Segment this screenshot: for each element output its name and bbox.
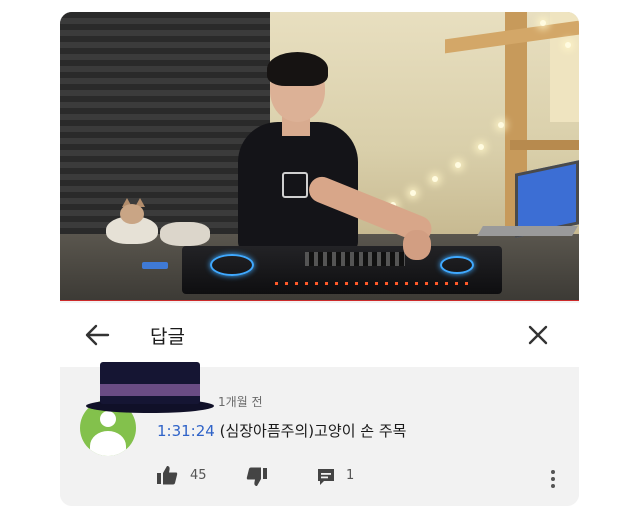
reply-card: 답글 1개월 전 1:31:24 (심장아픔주의)고양이 손 주목 45 1 — [60, 12, 579, 506]
phone — [142, 262, 168, 269]
led-strip — [275, 282, 475, 285]
string-light — [432, 176, 438, 182]
more-vert-icon[interactable] — [550, 469, 556, 489]
comment-time: 1개월 전 — [218, 395, 263, 409]
avatar-body — [90, 431, 126, 456]
jog-wheel — [440, 256, 474, 274]
string-light — [410, 190, 416, 196]
string-light — [478, 144, 484, 150]
string-light — [540, 20, 546, 26]
thumb-down-icon[interactable] — [246, 467, 268, 487]
cat-head — [120, 204, 144, 224]
mixer-knobs — [305, 252, 405, 266]
string-light — [455, 162, 461, 168]
reply-header: 답글 — [60, 303, 579, 367]
timestamp-link[interactable]: 1:31:24 — [157, 422, 215, 440]
comment: 1개월 전 1:31:24 (심장아픔주의)고양이 손 주목 45 1 — [60, 362, 579, 506]
string-light — [498, 122, 504, 128]
shirt-logo — [282, 172, 308, 198]
video-frame[interactable] — [60, 12, 579, 301]
close-icon[interactable] — [527, 324, 549, 346]
laptop-base — [477, 226, 578, 236]
video-progress-bar[interactable] — [60, 300, 579, 301]
shelf-board — [510, 140, 579, 150]
like-count: 45 — [190, 468, 207, 483]
string-light — [565, 42, 571, 48]
person-hand — [403, 230, 431, 260]
reply-count: 1 — [346, 468, 355, 483]
comment-body: (심장아픔주의)고양이 손 주목 — [214, 422, 407, 440]
pillow — [160, 222, 210, 246]
reply-icon[interactable] — [316, 467, 336, 487]
person-hair — [267, 52, 328, 86]
top-hat-icon — [86, 362, 214, 413]
jog-wheel — [210, 254, 254, 276]
reply-title: 답글 — [150, 326, 185, 348]
thumb-up-icon[interactable] — [156, 465, 178, 485]
comment-actions: 45 1 — [156, 465, 576, 489]
comment-text: 1:31:24 (심장아픔주의)고양이 손 주목 — [157, 420, 406, 441]
arrow-left-icon[interactable] — [84, 323, 110, 347]
